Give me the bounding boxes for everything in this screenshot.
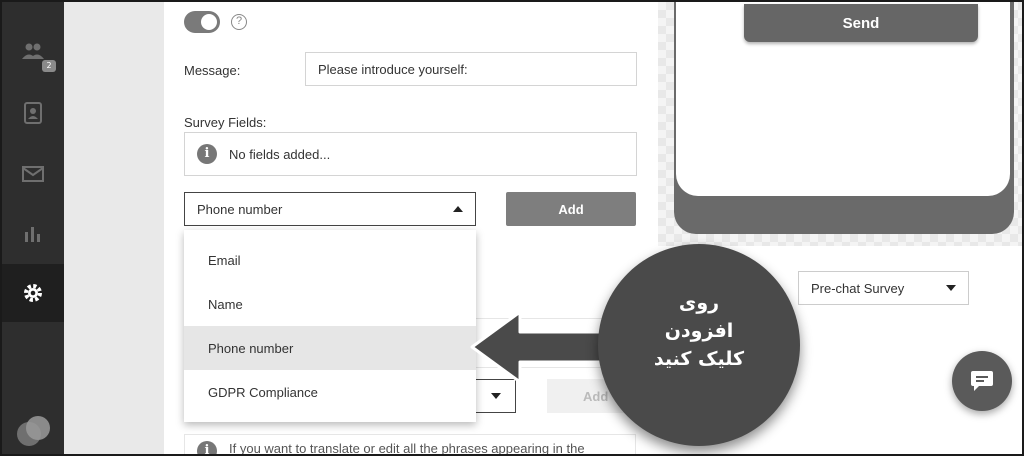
brand-logo — [2, 402, 64, 454]
dropdown-option-name[interactable]: Name — [184, 282, 476, 326]
users-icon — [22, 43, 44, 59]
dropdown-option-gdpr-compliance[interactable]: GDPR Compliance — [184, 370, 476, 414]
inbox-icon — [22, 166, 44, 182]
visitors-count-badge: 2 — [42, 60, 56, 72]
chevron-down-icon — [490, 393, 501, 399]
info-icon: i — [197, 144, 217, 164]
chart-icon — [25, 227, 40, 242]
survey-enable-toggle[interactable] — [184, 11, 220, 33]
translation-info-box: i If you want to translate or edit all t… — [184, 434, 636, 456]
sidebar: 2 — [2, 2, 64, 454]
field-type-select-value: Phone number — [197, 201, 283, 217]
annotation-line-2: افزودن — [664, 320, 734, 342]
callout-arrow-icon — [470, 310, 608, 384]
send-button[interactable]: Send — [744, 4, 978, 42]
survey-fields-list: i No fields added... — [184, 132, 637, 176]
survey-type-select[interactable]: Pre-chat Survey — [798, 271, 969, 305]
chevron-up-icon — [453, 206, 463, 212]
survey-fields-label: Survey Fields: — [184, 115, 267, 130]
info-icon: i — [197, 441, 217, 454]
chat-launcher-button[interactable] — [952, 351, 1012, 411]
message-label: Message: — [184, 63, 241, 78]
contacts-icon — [24, 102, 42, 124]
app-window: 2 ? Message: Please introduce yourself: … — [0, 0, 1024, 456]
survey-type-select-value: Pre-chat Survey — [811, 280, 905, 296]
sidebar-item-settings[interactable] — [2, 264, 64, 322]
secondary-select[interactable] — [476, 379, 516, 413]
gear-icon — [24, 284, 42, 302]
content-gutter — [64, 2, 164, 454]
message-input[interactable]: Please introduce yourself: — [305, 52, 637, 86]
annotation-line-3: کلیک کنید — [653, 348, 745, 370]
sidebar-item-reports[interactable] — [2, 204, 64, 262]
annotation-text: روی افزودن کلیک کنید — [598, 289, 800, 373]
dropdown-option-email[interactable]: Email — [184, 238, 476, 282]
chat-icon — [971, 371, 993, 391]
logo-icon — [17, 416, 50, 446]
annotation-line-1: روی — [678, 292, 720, 314]
translation-info-text: If you want to translate or edit all the… — [229, 441, 585, 456]
dropdown-option-phone-number[interactable]: Phone number — [184, 326, 476, 370]
field-type-select[interactable]: Phone number — [184, 192, 476, 226]
sidebar-item-inbox[interactable] — [2, 144, 64, 202]
help-icon[interactable]: ? — [231, 14, 247, 30]
chevron-down-icon — [946, 285, 956, 291]
field-type-dropdown-menu: Email Name Phone number GDPR Compliance — [184, 230, 476, 422]
add-field-button[interactable]: Add — [506, 192, 636, 226]
sidebar-item-contacts[interactable] — [2, 84, 64, 142]
no-fields-text: No fields added... — [229, 146, 331, 162]
